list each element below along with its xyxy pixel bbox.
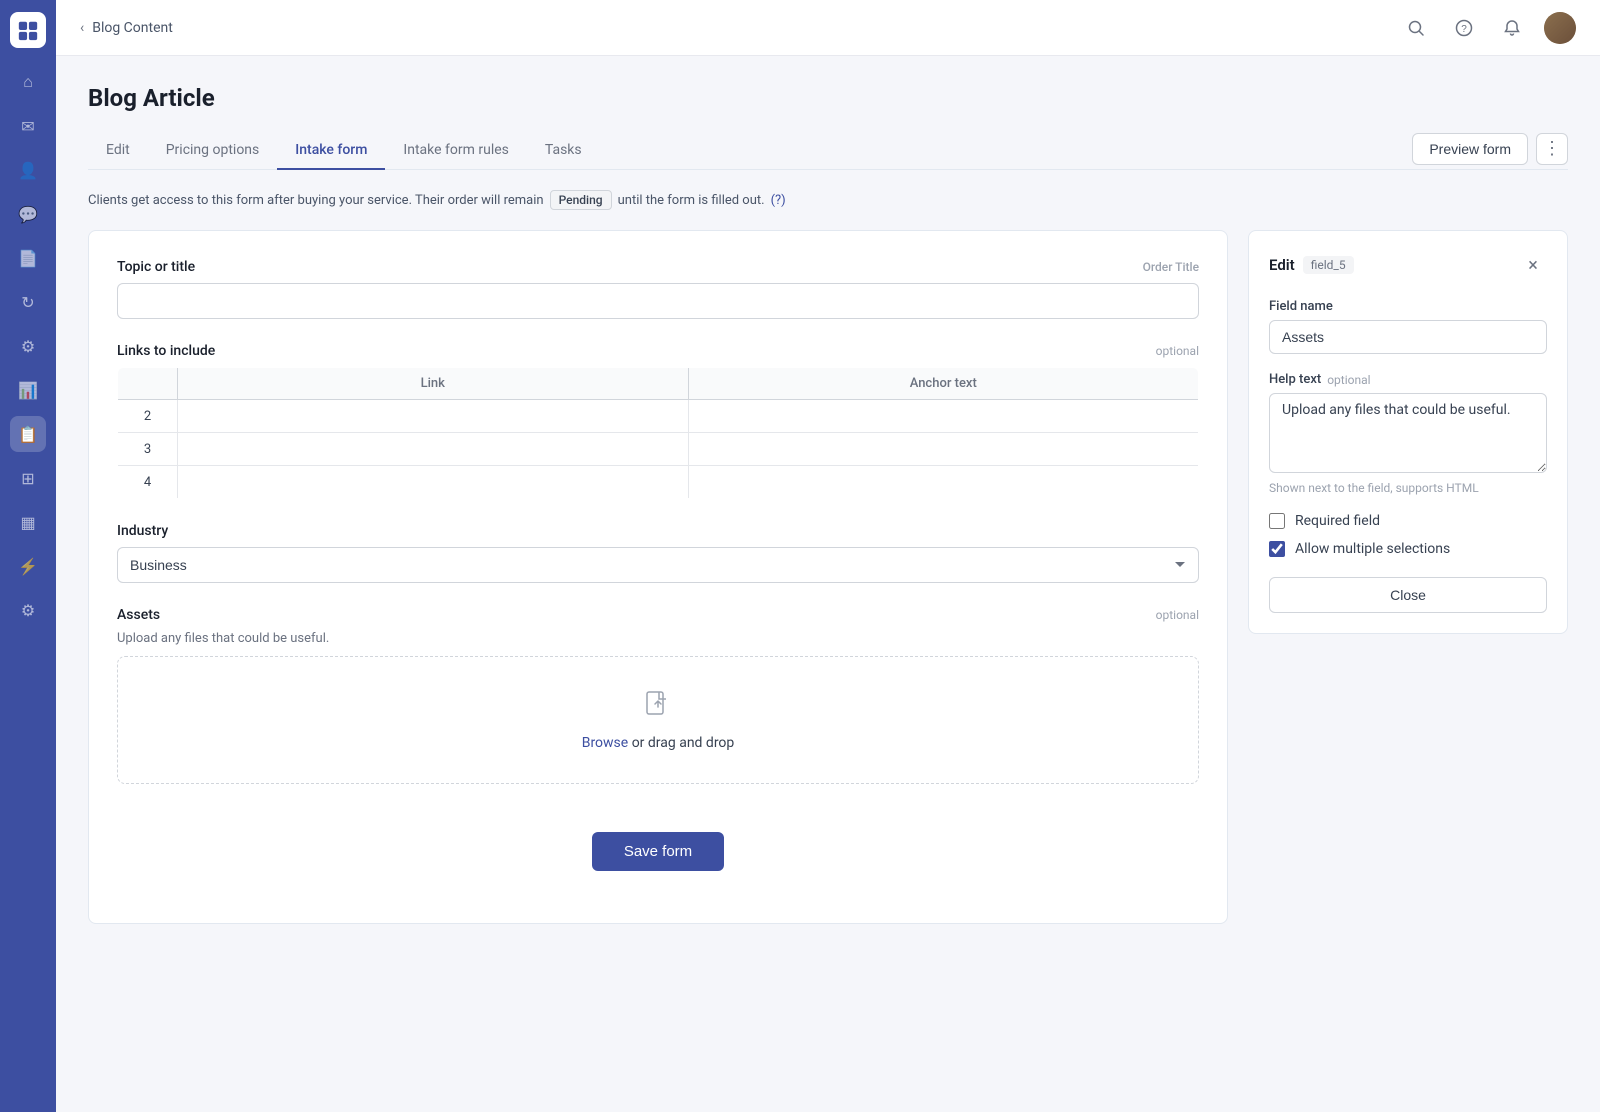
required-checkbox[interactable]	[1269, 513, 1285, 529]
user-avatar[interactable]	[1544, 12, 1576, 44]
page-content: Blog Article Edit Pricing options Intake…	[56, 56, 1600, 1112]
multiple-checkbox[interactable]	[1269, 541, 1285, 557]
upload-text: Browse or drag and drop	[582, 735, 735, 751]
topic-label: Topic or title Order Title	[117, 259, 1199, 275]
required-field-row: Required field	[1269, 513, 1547, 529]
app-logo	[10, 12, 46, 48]
edit-help-text-label: Help text optional	[1269, 372, 1547, 387]
topbar-actions: ?	[1400, 12, 1576, 44]
page-title: Blog Article	[88, 84, 1568, 112]
assets-label: Assets optional	[117, 607, 1199, 623]
help-icon[interactable]: ?	[1448, 12, 1480, 44]
topic-field-group: Topic or title Order Title	[117, 259, 1199, 319]
browse-link[interactable]: Browse	[582, 735, 628, 751]
tab-edit[interactable]: Edit	[88, 132, 148, 170]
links-table: Link Anchor text 2 3 4	[117, 367, 1199, 499]
table-row: 3	[118, 433, 1199, 466]
sidebar-item-docs[interactable]: 📄	[10, 240, 46, 276]
edit-field-name-label: Field name	[1269, 299, 1547, 314]
sidebar-item-inbox[interactable]: ✉	[10, 108, 46, 144]
table-row: 2	[118, 400, 1199, 433]
panel-close-button[interactable]: Close	[1269, 577, 1547, 613]
edit-help-text-hint: Shown next to the field, supports HTML	[1269, 481, 1547, 495]
tab-pricing[interactable]: Pricing options	[148, 132, 278, 170]
breadcrumb: Blog Content	[92, 20, 173, 36]
sidebar-item-users[interactable]: 👤	[10, 152, 46, 188]
info-text-after: until the form is filled out.	[618, 193, 765, 208]
sidebar-item-integrations[interactable]: ⚙	[10, 328, 46, 364]
sidebar-item-bolt[interactable]: ⚡	[10, 548, 46, 584]
sidebar-item-widgets[interactable]: ▦	[10, 504, 46, 540]
table-row: 4	[118, 466, 1199, 499]
industry-label: Industry	[117, 523, 1199, 539]
tab-intake-rules[interactable]: Intake form rules	[385, 132, 526, 170]
edit-panel-close-icon[interactable]: ×	[1519, 251, 1547, 279]
edit-panel-header: Edit field_5 ×	[1269, 251, 1547, 279]
info-bar: Clients get access to this form after bu…	[88, 190, 1568, 210]
row-num: 4	[118, 466, 178, 499]
row-link-cell[interactable]	[178, 400, 689, 433]
edit-field-name-group: Field name	[1269, 299, 1547, 354]
row-link-cell[interactable]	[178, 433, 689, 466]
multiple-selections-row: Allow multiple selections	[1269, 541, 1547, 557]
industry-select[interactable]: BusinessTechnologyFinanceHealthEducation	[117, 547, 1199, 583]
tabs-left: Edit Pricing options Intake form Intake …	[88, 132, 600, 169]
sidebar-item-settings[interactable]: ⚙	[10, 592, 46, 628]
sidebar-item-chat[interactable]: 💬	[10, 196, 46, 232]
topic-input[interactable]	[117, 283, 1199, 319]
upload-file-icon	[642, 689, 674, 725]
row-anchor-cell[interactable]	[688, 466, 1199, 499]
field-id-badge: field_5	[1303, 256, 1354, 274]
form-area: Topic or title Order Title Links to incl…	[88, 230, 1568, 924]
topbar: ‹ Blog Content ?	[56, 0, 1600, 56]
col-num-header	[118, 368, 178, 400]
required-field-label: Required field	[1295, 513, 1380, 529]
tabs-right: Preview form ⋮	[1412, 133, 1568, 169]
tab-intake[interactable]: Intake form	[277, 132, 385, 170]
assets-field-group: Assets optional Upload any files that co…	[117, 607, 1199, 784]
edit-field-name-input[interactable]	[1269, 320, 1547, 354]
sidebar-item-analytics[interactable]: 📊	[10, 372, 46, 408]
main-area: ‹ Blog Content ? Blog Article Edit Pric	[56, 0, 1600, 1112]
topic-order: Order Title	[1143, 260, 1199, 274]
multiple-selections-label: Allow multiple selections	[1295, 541, 1450, 557]
col-anchor-header: Anchor text	[688, 368, 1199, 400]
edit-help-text-group: Help text optional Shown next to the fie…	[1269, 372, 1547, 495]
col-link-header: Link	[178, 368, 689, 400]
industry-field-group: Industry BusinessTechnologyFinanceHealth…	[117, 523, 1199, 583]
info-text-before: Clients get access to this form after bu…	[88, 193, 544, 208]
row-anchor-cell[interactable]	[688, 400, 1199, 433]
search-icon[interactable]	[1400, 12, 1432, 44]
sidebar: ⌂ ✉ 👤 💬 📄 ↻ ⚙ 📊 📋 ⊞ ▦ ⚡ ⚙	[0, 0, 56, 1112]
save-form-button[interactable]: Save form	[592, 832, 724, 871]
help-link[interactable]: (?)	[771, 193, 786, 208]
back-arrow-icon[interactable]: ‹	[80, 20, 84, 36]
row-link-cell[interactable]	[178, 466, 689, 499]
row-num: 2	[118, 400, 178, 433]
more-options-button[interactable]: ⋮	[1536, 133, 1568, 165]
edit-help-text-textarea[interactable]	[1269, 393, 1547, 473]
upload-area[interactable]: Browse or drag and drop	[117, 656, 1199, 784]
edit-panel: Edit field_5 × Field name Help text opti…	[1248, 230, 1568, 634]
intake-form-card: Topic or title Order Title Links to incl…	[88, 230, 1228, 924]
links-field-group: Links to include optional Link Anchor te…	[117, 343, 1199, 499]
pending-badge: Pending	[550, 190, 612, 210]
sidebar-item-grid[interactable]: ⊞	[10, 460, 46, 496]
tabs-bar: Edit Pricing options Intake form Intake …	[88, 132, 1568, 170]
save-bar: Save form	[117, 808, 1199, 895]
sidebar-item-refresh[interactable]: ↻	[10, 284, 46, 320]
sidebar-item-orders[interactable]: 📋	[10, 416, 46, 452]
edit-panel-title: Edit field_5	[1269, 256, 1354, 274]
sidebar-item-dashboard[interactable]: ⌂	[10, 64, 46, 100]
breadcrumb-area: ‹ Blog Content	[80, 20, 173, 36]
svg-text:?: ?	[1461, 24, 1467, 35]
tab-tasks[interactable]: Tasks	[527, 132, 600, 170]
row-num: 3	[118, 433, 178, 466]
preview-form-button[interactable]: Preview form	[1412, 133, 1528, 165]
notifications-icon[interactable]	[1496, 12, 1528, 44]
assets-help-text: Upload any files that could be useful.	[117, 631, 1199, 646]
links-label: Links to include optional	[117, 343, 1199, 359]
row-anchor-cell[interactable]	[688, 433, 1199, 466]
